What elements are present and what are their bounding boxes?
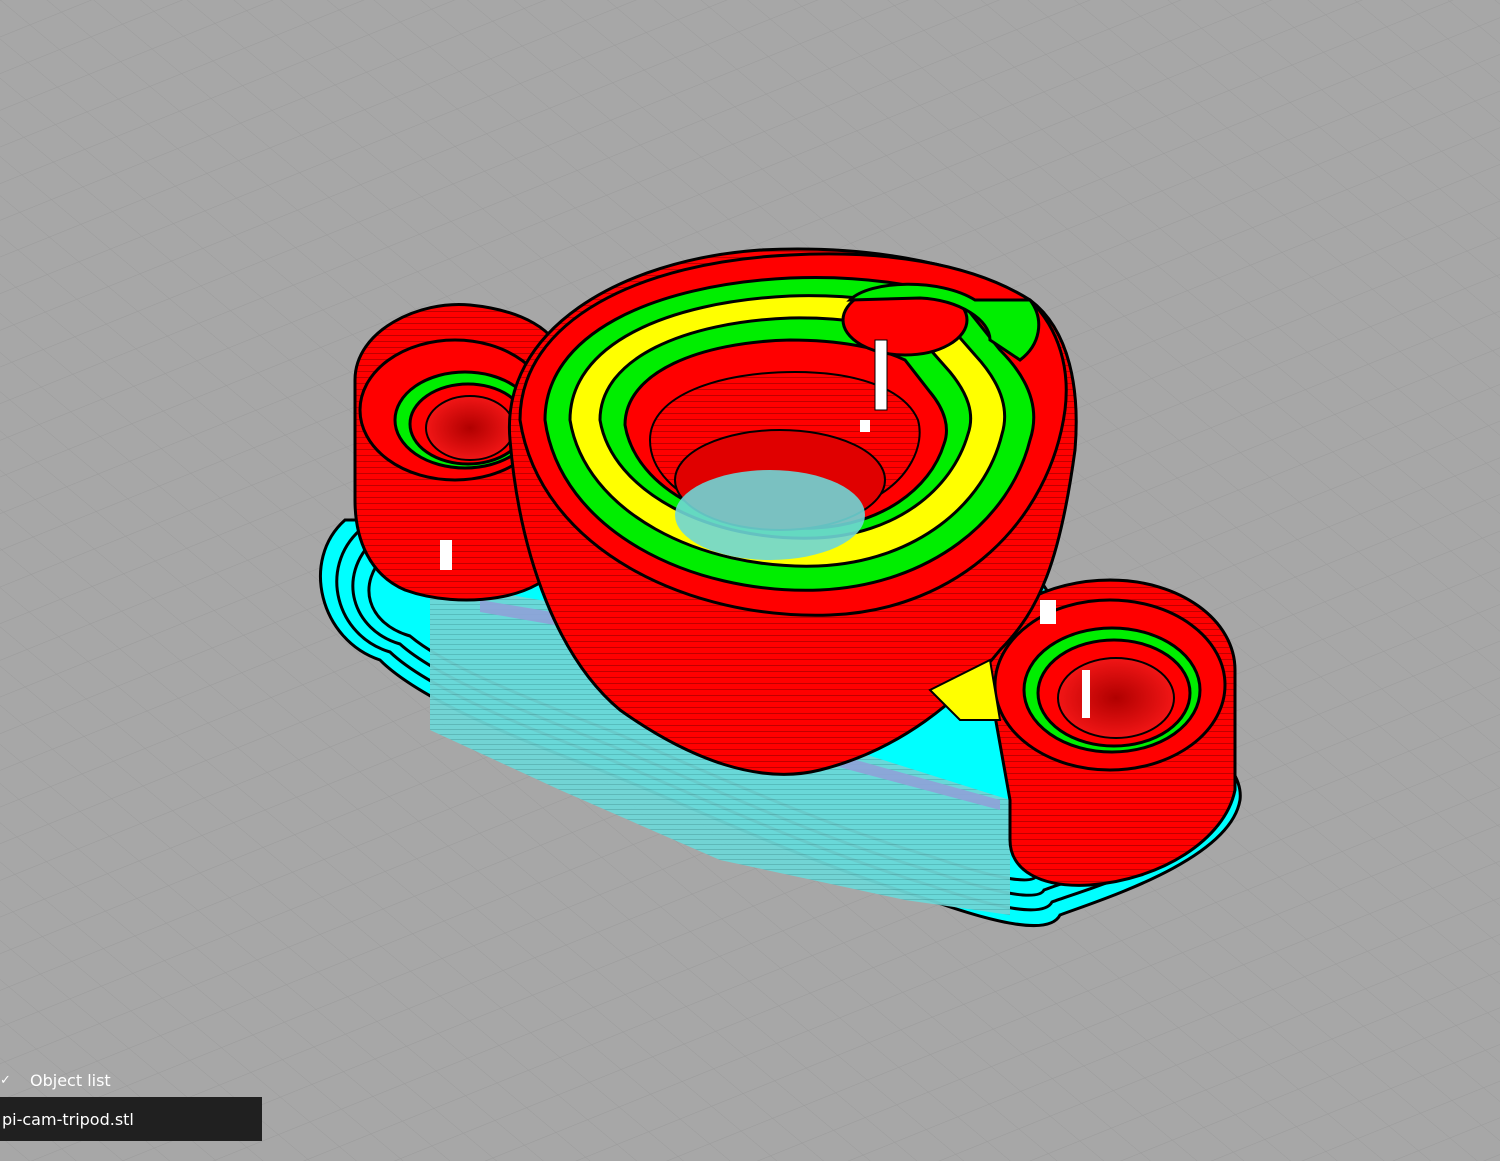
object-list-toggle[interactable]: ✓ Object list <box>0 1066 262 1094</box>
right-post <box>983 578 1237 887</box>
object-list-label: Object list <box>30 1070 111 1090</box>
3d-viewport[interactable] <box>0 0 1500 1161</box>
object-list-item[interactable]: pi-cam-tripod.stl <box>0 1097 262 1141</box>
highlight-1 <box>440 540 452 570</box>
highlight-2 <box>1040 600 1056 624</box>
checkmark-icon: ✓ <box>0 1072 11 1088</box>
build-plate-view[interactable] <box>0 0 1500 1161</box>
object-name: pi-cam-tripod.stl <box>2 1109 134 1129</box>
object-list-panel: ✓ Object list pi-cam-tripod.stl <box>0 1066 262 1141</box>
